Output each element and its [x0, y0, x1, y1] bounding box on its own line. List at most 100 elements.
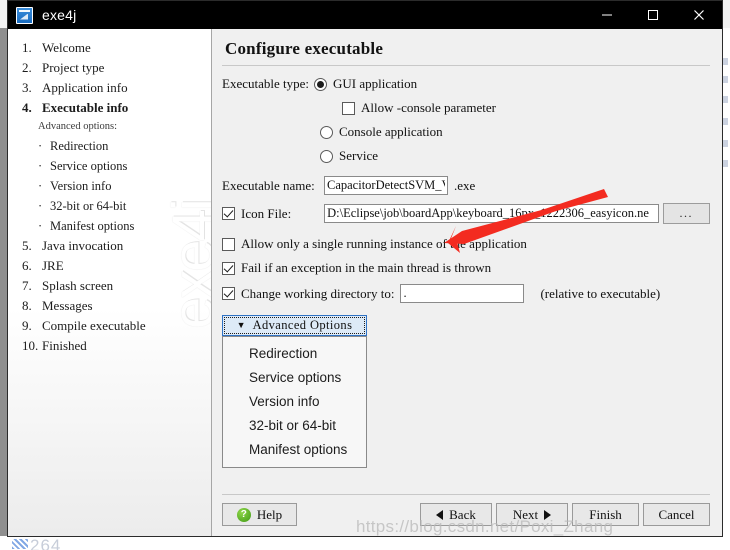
- back-button-label: Back: [449, 506, 476, 522]
- back-button[interactable]: Back: [420, 503, 492, 526]
- step-number: 1.: [22, 40, 32, 55]
- sidebar-subitem-32-or-64-bit[interactable]: · 32-bit or 64-bit: [8, 196, 211, 216]
- step-label: Splash screen: [42, 278, 114, 293]
- cancel-button[interactable]: Cancel: [643, 503, 710, 526]
- working-directory-label: Change working directory to:: [241, 285, 395, 301]
- step-label: Finished: [42, 338, 87, 353]
- step-label: Application info: [42, 80, 128, 95]
- subitem-label: Redirection: [50, 139, 109, 153]
- menu-item-version-info[interactable]: Version info: [223, 390, 366, 414]
- icon-file-row: Icon File: ...: [222, 203, 710, 224]
- menu-item-manifest-options[interactable]: Manifest options: [223, 438, 366, 462]
- step-label: Messages: [42, 298, 93, 313]
- help-icon: ?: [236, 507, 251, 522]
- checkbox-single-instance[interactable]: [222, 237, 235, 251]
- sidebar-item-java-invocation[interactable]: 5. Java invocation: [8, 236, 211, 256]
- sidebar-item-compile-executable[interactable]: 9. Compile executable: [8, 316, 211, 336]
- step-number: 3.: [22, 80, 32, 95]
- radio-console-application[interactable]: [320, 125, 333, 139]
- advanced-options-menu: Redirection Service options Version info…: [222, 336, 367, 468]
- icon-file-browse-button[interactable]: ...: [662, 203, 710, 224]
- checkbox-change-working-directory[interactable]: [222, 287, 235, 300]
- step-number: 8.: [22, 298, 32, 313]
- sidebar-subitem-manifest-options[interactable]: · Manifest options: [8, 216, 211, 236]
- subitem-label: Version info: [50, 179, 112, 193]
- background-number: 264: [30, 536, 62, 550]
- executable-name-row: Executable name: .exe: [222, 176, 710, 195]
- step-label: Java invocation: [42, 238, 124, 253]
- sidebar-item-jre[interactable]: 6. JRE: [8, 256, 211, 276]
- sidebar-item-splash-screen[interactable]: 7. Splash screen: [8, 276, 211, 296]
- executable-extension-label: .exe: [454, 177, 476, 193]
- help-button[interactable]: ? Help: [222, 503, 297, 526]
- executable-name-label: Executable name:: [222, 177, 315, 193]
- sidebar-item-welcome[interactable]: 1. Welcome: [8, 38, 211, 58]
- sidebar-item-application-info[interactable]: 3. Application info: [8, 78, 211, 98]
- bullet-icon: ·: [38, 219, 43, 233]
- next-button-label: Next: [512, 506, 539, 522]
- screenshot-root: 264 exe4j exe4j 1. Welcome 2. Project ty…: [0, 0, 730, 550]
- window-body: exe4j 1. Welcome 2. Project type 3. Appl…: [8, 29, 722, 536]
- allow-console-row: Allow -console parameter: [342, 100, 710, 116]
- fail-on-exception-row: Fail if an exception in the main thread …: [222, 260, 710, 276]
- radio-gui-application[interactable]: [314, 77, 327, 91]
- sidebar-subitem-service-options[interactable]: · Service options: [8, 156, 211, 176]
- menu-item-32-bit-or-64-bit[interactable]: 32-bit or 64-bit: [223, 414, 366, 438]
- window-title: exe4j: [42, 7, 77, 23]
- executable-name-input[interactable]: [324, 176, 448, 195]
- executable-type-label: Executable type:: [222, 76, 309, 91]
- sidebar-item-messages[interactable]: 8. Messages: [8, 296, 211, 316]
- step-label: Executable info: [42, 100, 129, 115]
- step-number: 10.: [22, 338, 39, 353]
- exe4j-window: exe4j exe4j 1. Welcome 2. Project type 3…: [7, 0, 723, 537]
- advanced-options-button[interactable]: ▼ Advanced Options: [222, 315, 367, 336]
- step-number: 9.: [22, 318, 32, 333]
- step-number: 4.: [22, 100, 32, 115]
- arrow-right-icon: [544, 509, 552, 520]
- checkbox-label-fail-on-exception: Fail if an exception in the main thread …: [241, 260, 492, 275]
- arrow-left-icon: [436, 509, 444, 520]
- working-directory-input[interactable]: [400, 284, 525, 303]
- menu-item-service-options[interactable]: Service options: [223, 366, 366, 390]
- subitem-label: Manifest options: [50, 219, 135, 233]
- title-bar: exe4j: [8, 1, 722, 29]
- sidebar-item-finished[interactable]: 10. Finished: [8, 336, 211, 356]
- step-label: Compile executable: [42, 318, 146, 333]
- checkbox-allow-console-parameter[interactable]: [342, 101, 355, 115]
- background-checker-icon: [12, 539, 28, 549]
- finish-button[interactable]: Finish: [572, 503, 639, 526]
- sidebar-subitem-version-info[interactable]: · Version info: [8, 176, 211, 196]
- desktop-background-bottom: 264: [0, 536, 730, 550]
- radio-service[interactable]: [320, 149, 333, 163]
- bullet-icon: ·: [38, 159, 43, 173]
- close-icon[interactable]: [676, 1, 722, 29]
- radio-label-console-application: Console application: [339, 124, 443, 139]
- minimize-icon[interactable]: [584, 1, 630, 29]
- focus-outline: [224, 317, 365, 334]
- checkbox-fail-on-exception[interactable]: [222, 261, 235, 275]
- window-controls: [584, 1, 722, 29]
- cancel-button-label: Cancel: [658, 506, 695, 522]
- step-number: 7.: [22, 278, 32, 293]
- sidebar-item-project-type[interactable]: 2. Project type: [8, 58, 211, 78]
- page-title: Configure executable: [225, 39, 384, 58]
- sidebar-subitem-redirection[interactable]: · Redirection: [8, 136, 211, 156]
- menu-item-redirection[interactable]: Redirection: [223, 342, 366, 366]
- subitem-label: Service options: [50, 159, 128, 173]
- title-divider: [222, 65, 710, 66]
- finish-button-label: Finish: [589, 506, 622, 522]
- icon-file-label: Icon File:: [241, 205, 292, 221]
- sidebar-advanced-options-heading: Advanced options:: [38, 121, 118, 132]
- executable-type-row-gui: Executable type: GUI application: [222, 76, 710, 92]
- step-number: 6.: [22, 258, 32, 273]
- sidebar-item-executable-info[interactable]: 4. Executable info: [8, 98, 211, 118]
- executable-type-row-console: Console application: [320, 124, 710, 140]
- next-button[interactable]: Next: [496, 503, 568, 526]
- single-instance-row: Allow only a single running instance of …: [222, 236, 710, 252]
- step-number: 2.: [22, 60, 32, 75]
- icon-file-path-input[interactable]: [324, 204, 659, 223]
- checkbox-icon-file[interactable]: [222, 207, 235, 220]
- maximize-icon[interactable]: [630, 1, 676, 29]
- checkbox-label-allow-console-parameter: Allow -console parameter: [361, 100, 497, 115]
- working-directory-note: (relative to executable): [540, 285, 661, 301]
